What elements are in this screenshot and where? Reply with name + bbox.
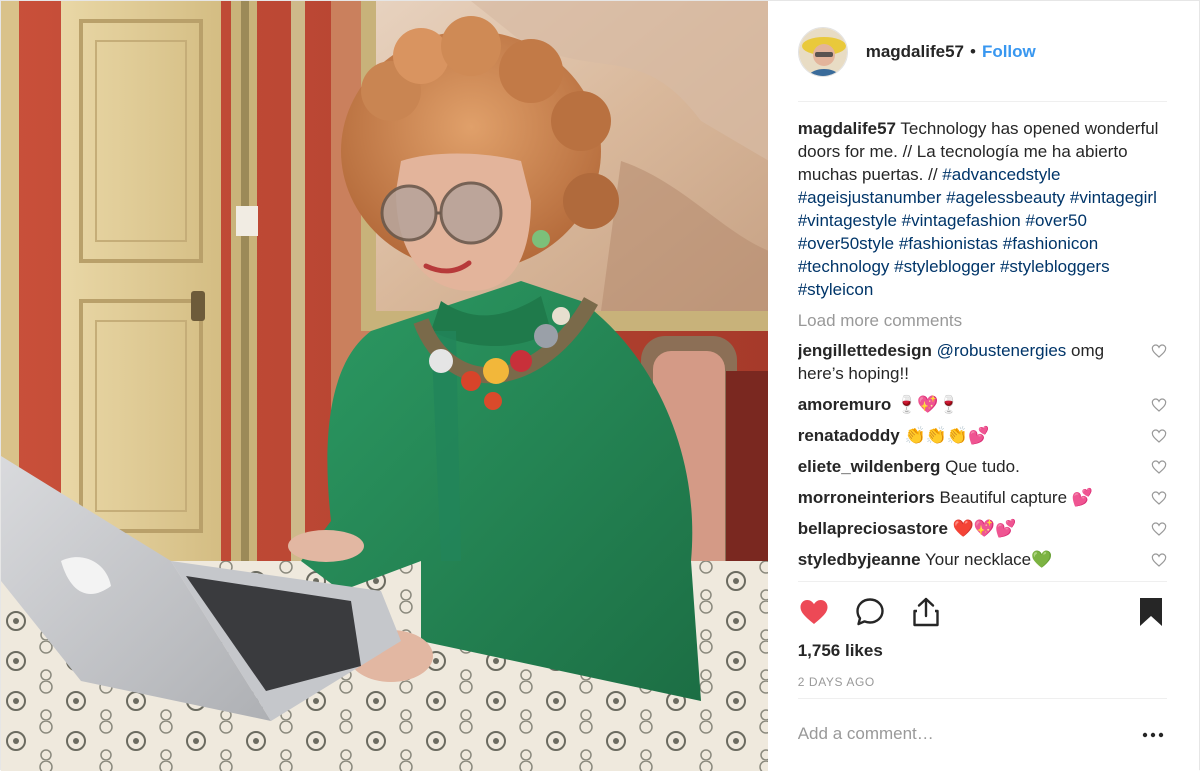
comment-item: jengillettedesign @robustenergies omg he… <box>798 339 1167 385</box>
comment-like-heart-icon[interactable] <box>1151 343 1167 359</box>
caption-hashtags[interactable]: #advancedstyle #ageisjustanumber #ageles… <box>798 165 1157 299</box>
likes-count[interactable]: 1,756 likes <box>798 641 883 661</box>
avatar-image <box>798 28 847 76</box>
comment-text: 🍷💖🍷 <box>895 395 960 414</box>
post-photo[interactable] <box>1 1 768 771</box>
action-bar <box>798 593 1167 633</box>
comment-item: renatadoddy 👏👏👏💕 <box>798 424 1167 447</box>
comment-text: Que tudo. <box>945 457 1020 476</box>
comment-input-divider <box>797 698 1167 699</box>
comment-text: Beautiful capture 💕 <box>939 488 1093 507</box>
header-username[interactable]: magdalife57 <box>866 42 964 62</box>
comment-item: bellapreciosastore ❤️💖💕 <box>798 517 1167 540</box>
comment-item: eliete_wildenberg Que tudo. <box>798 455 1167 478</box>
avatar[interactable] <box>797 27 848 77</box>
actions-divider <box>797 581 1167 582</box>
comment-username[interactable]: renatadoddy <box>798 426 900 445</box>
comment-like-heart-icon[interactable] <box>1151 459 1167 475</box>
comment-username[interactable]: jengillettedesign <box>798 341 932 360</box>
like-heart-icon[interactable] <box>798 596 830 628</box>
comment-bubble-icon[interactable] <box>854 596 886 628</box>
comment-like-heart-icon[interactable] <box>1151 552 1167 568</box>
comment-username[interactable]: bellapreciosastore <box>798 519 948 538</box>
comment-like-heart-icon[interactable] <box>1151 521 1167 537</box>
comment-text: ❤️💖💕 <box>952 519 1017 538</box>
comment-item: styledbyjeanne Your necklace💚 <box>798 548 1167 571</box>
comment-username[interactable]: eliete_wildenberg <box>798 457 941 476</box>
comments-list[interactable]: magdalife57 Technology has opened wonder… <box>798 117 1167 581</box>
header-separator: • <box>969 42 976 61</box>
post-header: magdalife57 • Follow <box>797 27 1167 77</box>
load-more-comments-button[interactable]: Load more comments <box>798 311 1167 331</box>
comment-item: amoremuro 🍷💖🍷 <box>798 393 1167 416</box>
comment-like-heart-icon[interactable] <box>1151 397 1167 413</box>
share-icon[interactable] <box>910 596 942 628</box>
more-options-icon[interactable] <box>1141 725 1165 745</box>
comment-like-heart-icon[interactable] <box>1151 428 1167 444</box>
caption-username[interactable]: magdalife57 <box>798 119 896 138</box>
comment-username[interactable]: styledbyjeanne <box>798 550 921 569</box>
comment-text: 👏👏👏💕 <box>904 426 990 445</box>
comment-username[interactable]: amoremuro <box>798 395 892 414</box>
comment-username[interactable]: morroneinteriors <box>798 488 935 507</box>
comment-like-heart-icon[interactable] <box>1151 490 1167 506</box>
follow-button[interactable]: Follow <box>982 42 1036 62</box>
header-divider <box>797 101 1167 102</box>
instagram-post: magdalife57 • Follow magdalife57 Technol… <box>0 0 1200 771</box>
comment-item: morroneinteriors Beautiful capture 💕 <box>798 486 1167 509</box>
post-side-panel: magdalife57 • Follow magdalife57 Technol… <box>767 1 1199 771</box>
save-bookmark-icon[interactable] <box>1135 596 1167 628</box>
comment-mention[interactable]: @robustenergies <box>937 341 1067 360</box>
comment-text: Your necklace💚 <box>924 550 1053 569</box>
post-timestamp[interactable]: 2 DAYS AGO <box>798 675 875 689</box>
post-photo-illustration <box>1 1 768 771</box>
add-comment-input[interactable] <box>797 719 1118 749</box>
post-caption: magdalife57 Technology has opened wonder… <box>798 117 1167 301</box>
